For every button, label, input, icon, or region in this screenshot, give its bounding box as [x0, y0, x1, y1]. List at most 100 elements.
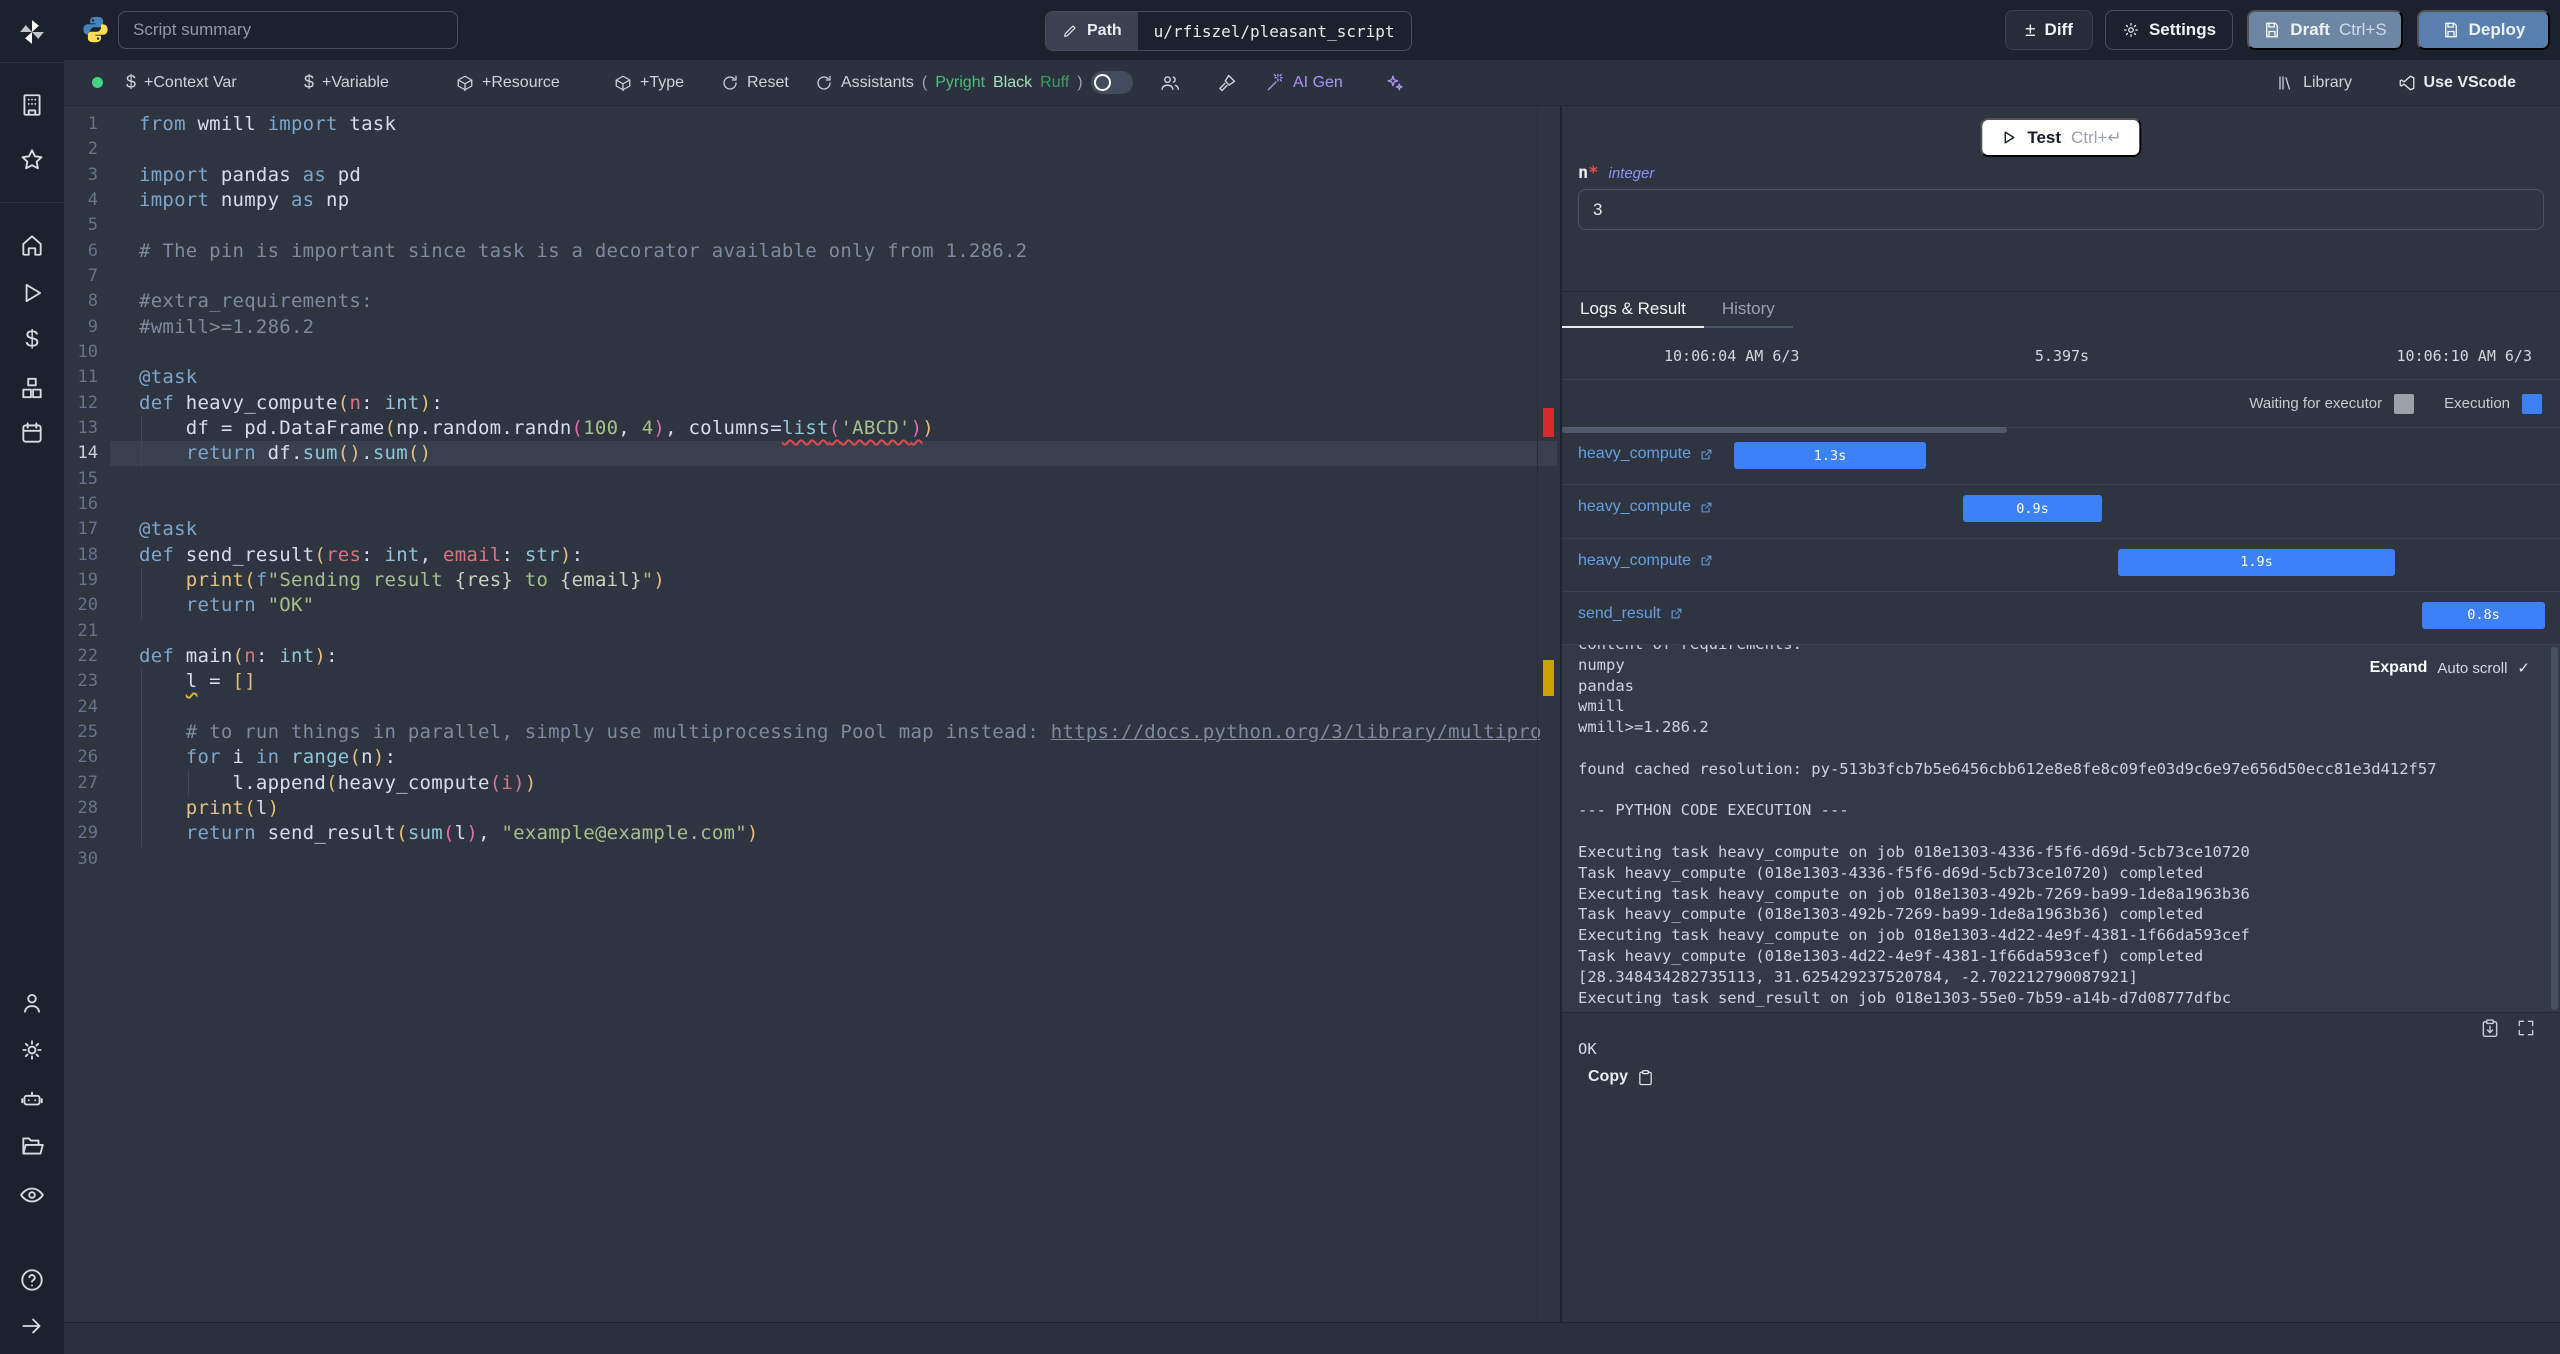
assistants-button[interactable]: Assistants (Pyright Black Ruff) [815, 60, 1083, 105]
add-context-var-button[interactable]: $ +Context Var [126, 60, 237, 105]
help-icon[interactable] [19, 1267, 45, 1293]
code-line[interactable]: #wmill>=1.286.2 [139, 315, 1540, 340]
draft-button[interactable]: Draft Ctrl+S [2247, 10, 2403, 50]
sidebar-item-audit eye-icon[interactable] [19, 1182, 45, 1208]
code-line[interactable] [139, 847, 1540, 872]
clipboard-icon [1637, 1069, 1654, 1086]
code-line[interactable]: return df.sum().sum() [139, 441, 1540, 466]
sidebar-item-resources boxes-icon[interactable] [19, 375, 45, 401]
save-icon [2263, 21, 2281, 39]
sidebar: $ [0, 0, 64, 1354]
code-line[interactable]: # The pin is important since task is a d… [139, 239, 1540, 264]
code-line[interactable]: def main(n: int): [139, 644, 1540, 669]
code-line[interactable]: l = [] [139, 669, 1540, 694]
logs-viewport[interactable]: content of requirements:numpypandaswmill… [1562, 645, 2560, 1013]
task-link[interactable]: send_result [1578, 605, 1684, 623]
sidebar-item-settings gear-icon[interactable] [19, 1037, 45, 1063]
code-line[interactable]: l.append(heavy_compute(i)) [139, 771, 1540, 796]
sidebar-item-schedules calendar-icon[interactable] [19, 420, 45, 446]
sidebar-item-workers robot-icon[interactable] [19, 1085, 45, 1111]
format-icon[interactable] [1217, 60, 1237, 105]
task-link[interactable]: heavy_compute [1578, 445, 1714, 463]
code-line[interactable] [139, 695, 1540, 720]
execution-bar[interactable]: 0.9s [1963, 495, 2102, 523]
sidebar-item-runs play-icon[interactable] [19, 280, 45, 306]
code-line[interactable]: import numpy as np [139, 188, 1540, 213]
code-line[interactable]: def send_result(res: int, email: str): [139, 543, 1540, 568]
code-line[interactable]: from wmill import task [139, 112, 1540, 137]
code-line[interactable] [139, 619, 1540, 644]
code-line[interactable] [139, 213, 1540, 238]
code-line[interactable]: df = pd.DataFrame(np.random.randn(100, 4… [139, 416, 1540, 441]
sparkles-icon[interactable] [1385, 60, 1404, 105]
code-line[interactable]: print(l) [139, 796, 1540, 821]
code-line[interactable] [139, 264, 1540, 289]
log-line: content of requirements: [1578, 645, 2560, 655]
sidebar-item-workspace building-icon[interactable] [19, 92, 45, 118]
execution-bar[interactable]: 0.8s [2422, 601, 2545, 629]
logs-scrollbar[interactable] [2551, 647, 2558, 1010]
code-line[interactable]: @task [139, 365, 1540, 390]
sidebar-item-home home-icon[interactable] [19, 232, 45, 258]
code-editor[interactable]: 1 2 3 4 5 6 7 8 9 10 11 12 13 14 15 16 17 18 19 20 21 22 23 24 2… [64, 106, 1560, 1322]
log-line: Executing task heavy_compute on job 018e… [1578, 884, 2250, 903]
sidebar-item-account person-icon[interactable] [19, 990, 45, 1016]
code-line[interactable]: #extra_requirements: [139, 289, 1540, 314]
reset-button[interactable]: Reset [721, 60, 789, 105]
deploy-button[interactable]: Deploy [2417, 10, 2550, 50]
add-resource-button[interactable]: +Resource [456, 60, 560, 105]
ai-gen-button[interactable]: AI Gen [1266, 60, 1343, 105]
execution-bar[interactable]: 1.9s [2118, 548, 2395, 576]
legend-waiting-label: Waiting for executor [2249, 395, 2383, 412]
library-button[interactable]: Library [2277, 60, 2352, 105]
code-line[interactable]: # to run things in parallel, simply use … [139, 720, 1540, 745]
code-line[interactable]: def heavy_compute(n: int): [139, 391, 1540, 416]
tab-history[interactable]: History [1703, 292, 1793, 328]
settings-button[interactable]: Settings [2105, 10, 2233, 50]
code-line[interactable] [139, 492, 1540, 517]
code-line[interactable]: @task [139, 517, 1540, 542]
diff-mode-toggle[interactable] [1091, 60, 1133, 105]
code-line[interactable] [139, 340, 1540, 365]
users-icon[interactable] [1160, 60, 1180, 105]
test-button[interactable]: Test Ctrl+↵ [1980, 118, 2142, 157]
line-number: 15 [77, 468, 98, 489]
tab-logs-result[interactable]: Logs & Result [1562, 292, 1704, 328]
add-variable-button[interactable]: $ +Variable [304, 60, 389, 105]
timeline: heavy_compute 1.3s heavy_compute 0.9s heavy_… [1562, 432, 2560, 645]
code-line[interactable]: return "OK" [139, 593, 1540, 618]
fullscreen-icon[interactable] [2516, 1018, 2536, 1038]
code-line[interactable]: import pandas as pd [139, 163, 1540, 188]
code-content[interactable]: from wmill import task import pandas as … [139, 112, 1540, 872]
copy-result-icon[interactable] [2480, 1018, 2500, 1038]
sidebar-item-favorites star-icon[interactable] [19, 147, 45, 173]
path-button[interactable]: Path u/rfiszel/pleasant_script [1045, 11, 1412, 51]
code-line[interactable]: for i in range(n): [139, 745, 1540, 770]
expand-logs-button[interactable]: Expand [2370, 659, 2428, 677]
diff-button[interactable]: ± Diff [2005, 10, 2093, 50]
use-vscode-button[interactable]: Use VScode [2398, 60, 2516, 105]
code-line[interactable]: return send_result(sum(l), "example@exam… [139, 821, 1540, 846]
autoscroll-toggle[interactable]: Auto scroll [2437, 660, 2507, 677]
windmill-logo-icon[interactable] [17, 17, 47, 47]
code-line[interactable] [139, 137, 1540, 162]
line-number: 24 [77, 696, 98, 717]
copy-button[interactable]: Copy [1588, 1068, 1654, 1086]
argument-n-input[interactable] [1578, 189, 2544, 230]
code-line[interactable]: print(f"Sending result {res} to {email}"… [139, 568, 1540, 593]
timeline-legend: Waiting for executor Execution [1562, 380, 2560, 428]
sidebar-item-folders folder-icon[interactable] [19, 1133, 45, 1159]
timeline-row: heavy_compute 1.3s [1562, 432, 2560, 486]
code-line[interactable] [139, 467, 1540, 492]
execution-bar[interactable]: 1.3s [1734, 442, 1926, 469]
add-type-button[interactable]: +Type [614, 60, 684, 105]
line-numbers-gutter: 1 2 3 4 5 6 7 8 9 10 11 12 13 14 15 16 17 18 19 20 21 22 23 24 2… [64, 112, 98, 872]
log-line: pandas [1578, 676, 1634, 695]
task-link[interactable]: heavy_compute [1578, 552, 1714, 570]
script-summary-input[interactable] [118, 11, 458, 49]
sidebar-item-variables dollar-icon[interactable]: $ [19, 327, 45, 353]
task-link[interactable]: heavy_compute [1578, 498, 1714, 516]
line-number: 11 [77, 367, 98, 388]
collapse-sidebar arrow-right-icon[interactable] [19, 1313, 45, 1339]
